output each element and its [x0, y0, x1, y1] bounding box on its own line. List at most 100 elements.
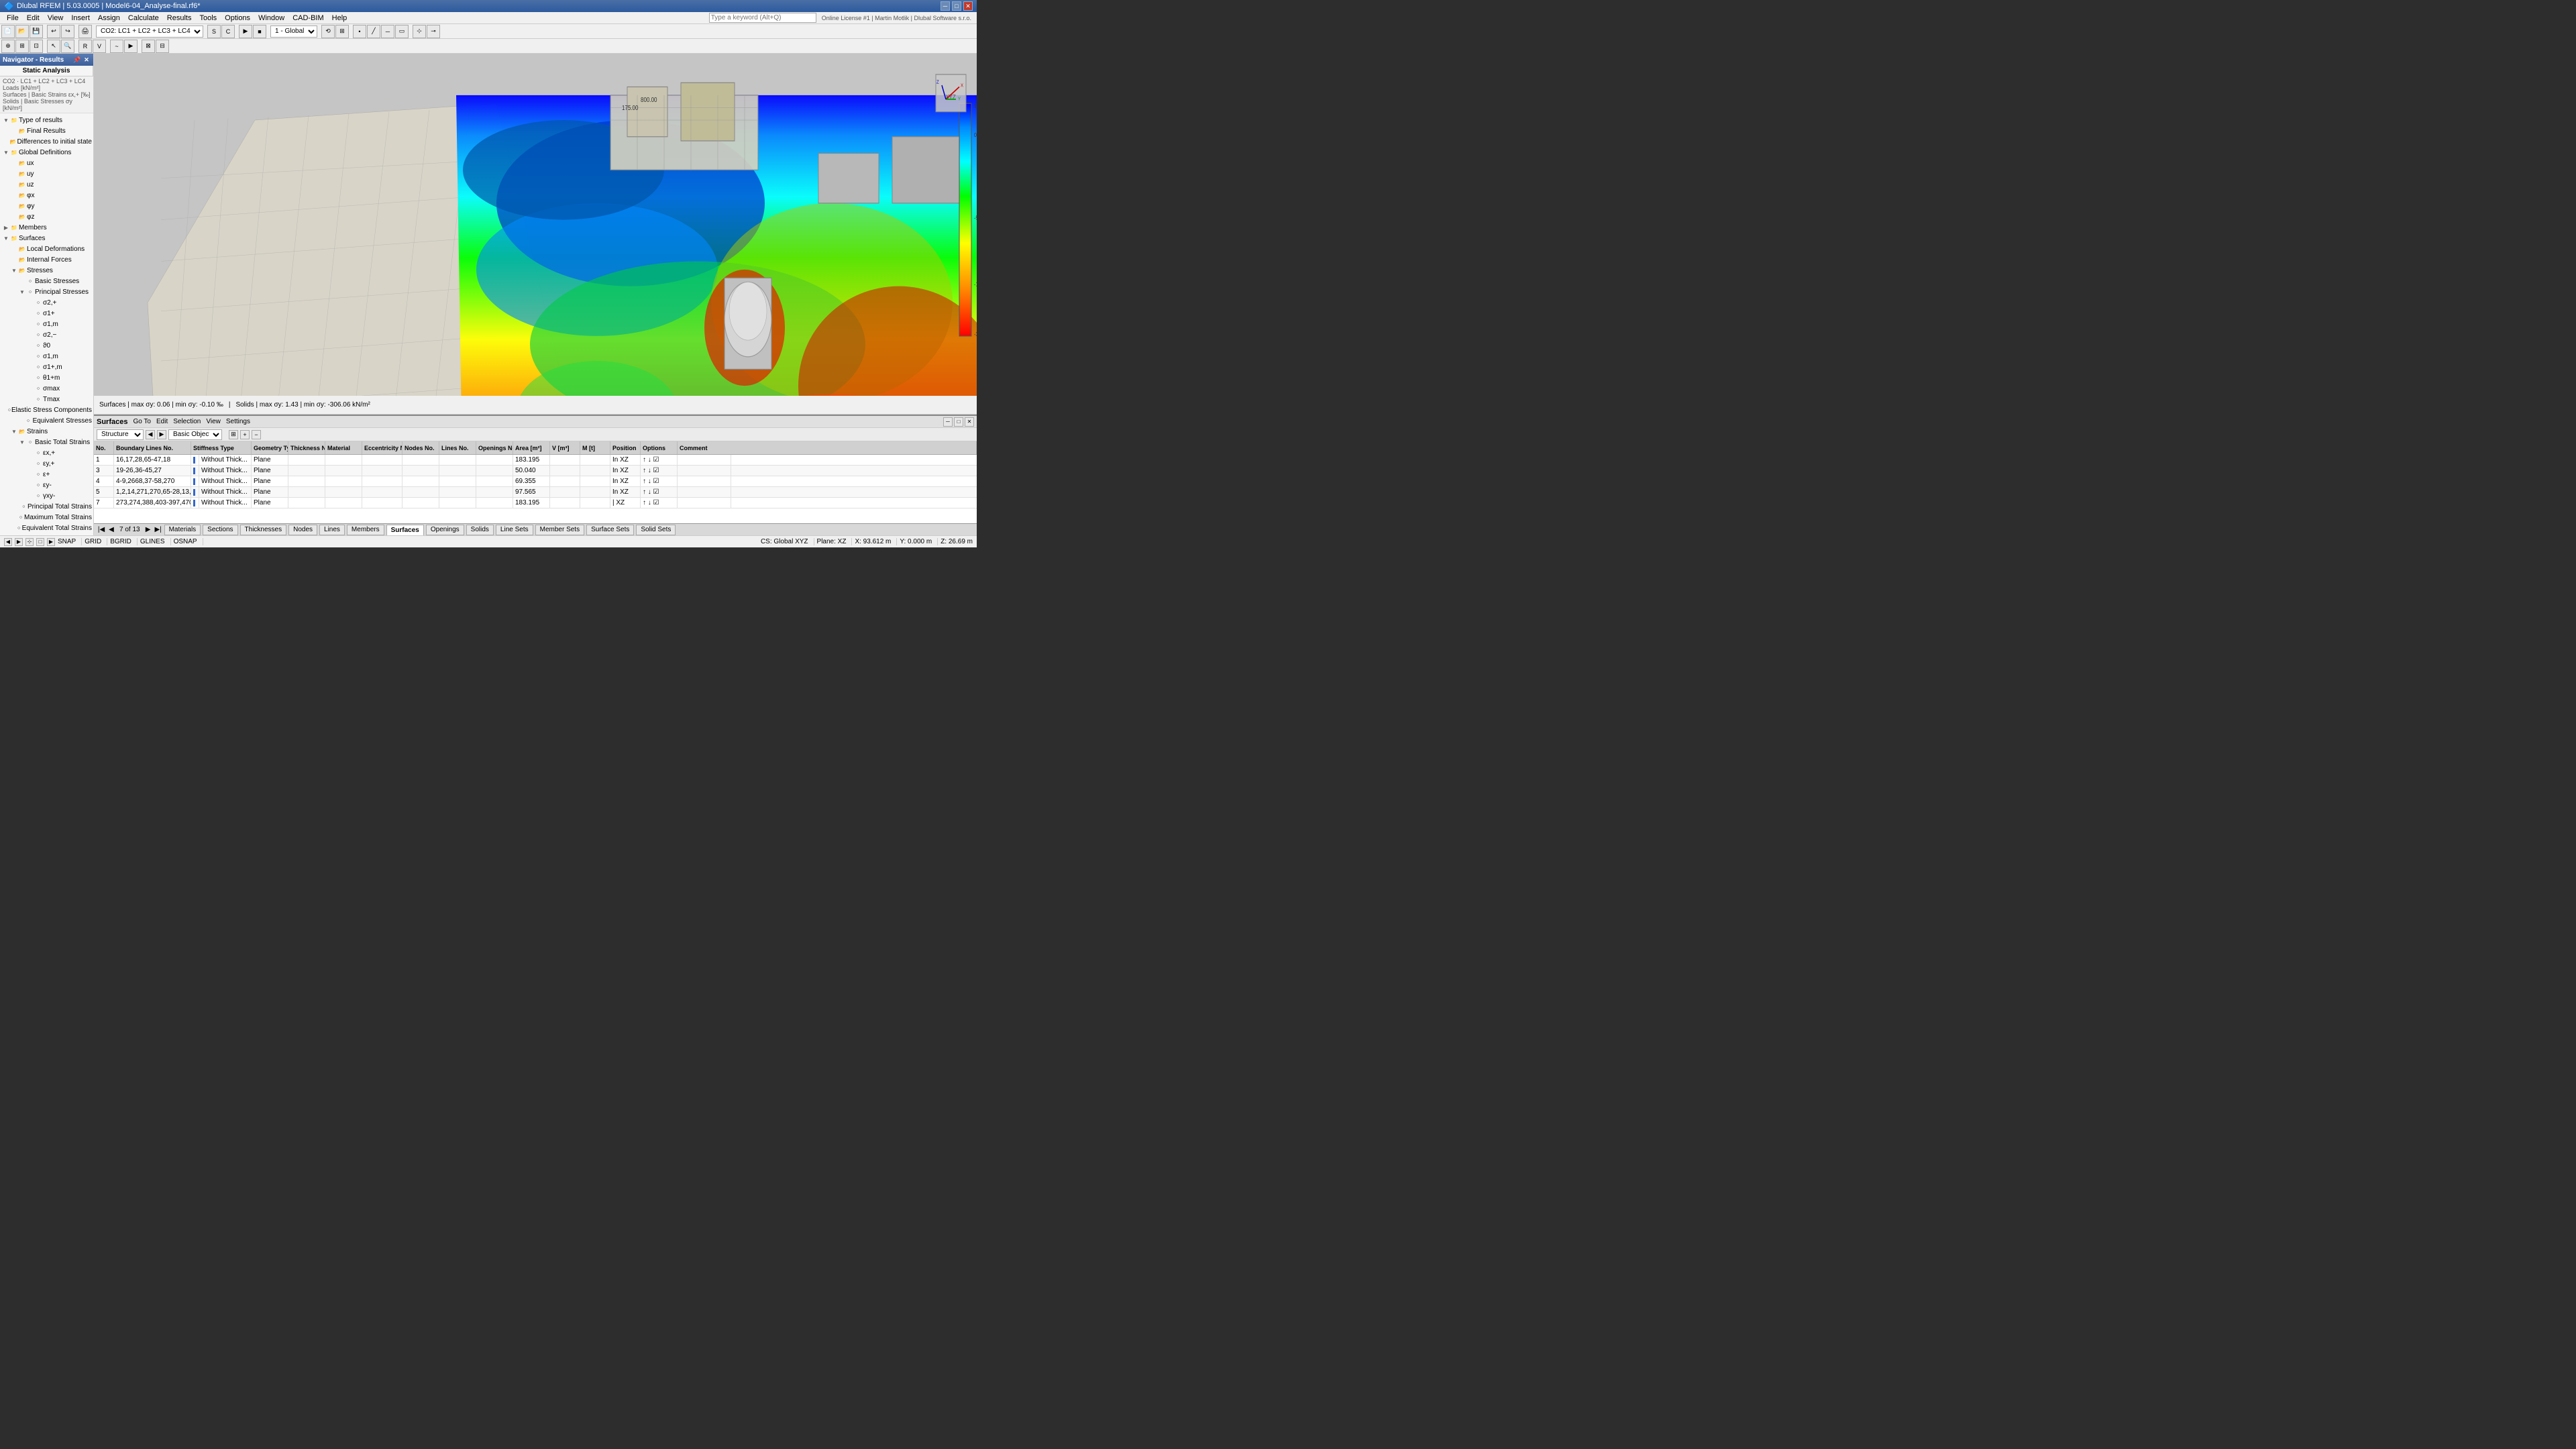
nav-close-icon[interactable]: ✕ [83, 56, 91, 64]
structure-selector[interactable]: Structure [97, 429, 144, 440]
bnav-tab-surface-sets[interactable]: Surface Sets [586, 525, 634, 535]
tb-select[interactable]: ↖ [47, 40, 60, 53]
tree-item-35[interactable]: ○γxy- [0, 490, 93, 501]
tree-item-7[interactable]: 📂φx [0, 190, 93, 201]
tree-item-27[interactable]: ○Elastic Stress Components [0, 405, 93, 415]
tb-new[interactable]: 📄 [1, 25, 15, 38]
view-menu[interactable]: View [206, 418, 221, 425]
tree-item-24[interactable]: ○θ1+m [0, 372, 93, 383]
bnav-tab-materials[interactable]: Materials [164, 525, 201, 535]
tree-item-33[interactable]: ○ε+ [0, 469, 93, 480]
bnav-tab-nodes[interactable]: Nodes [288, 525, 317, 535]
basic-objects-selector[interactable]: Basic Objects [168, 429, 222, 440]
tb-result2[interactable]: V [93, 40, 106, 53]
tree-item-28[interactable]: ○Equivalent Stresses [0, 415, 93, 426]
tb-snap-line[interactable]: ⊸ [427, 25, 440, 38]
edit-menu[interactable]: Edit [156, 418, 168, 425]
search-input-container[interactable] [709, 13, 816, 23]
sub-tb-next[interactable]: ▶ [157, 430, 166, 439]
tree-item-34[interactable]: ○εy- [0, 480, 93, 490]
tb-print[interactable]: 🖨 [78, 25, 92, 38]
tree-item-17[interactable]: ○σ2,+ [0, 297, 93, 308]
bnav-first[interactable]: |◀ [97, 525, 106, 535]
bnav-tab-openings[interactable]: Openings [426, 525, 464, 535]
tb-deform[interactable]: ~ [110, 40, 123, 53]
bnav-tab-members[interactable]: Members [347, 525, 384, 535]
tree-item-12[interactable]: 📂Local Deformations [0, 244, 93, 254]
table-row-2[interactable]: 44-9,2668,37-58,270Without Thick...Plane… [94, 476, 977, 487]
tree-item-23[interactable]: ○σ1+,m [0, 362, 93, 372]
bnav-tab-member-sets[interactable]: Member Sets [535, 525, 584, 535]
status-grid[interactable]: GRID [85, 538, 107, 545]
nav-tab-static-analysis[interactable]: Static Analysis [0, 66, 93, 76]
tree-item-2[interactable]: 📂Differences to initial state [0, 136, 93, 147]
menu-cad-bim[interactable]: CAD-BIM [288, 12, 327, 24]
menu-options[interactable]: Options [221, 12, 254, 24]
tree-item-26[interactable]: ○Tmax [0, 394, 93, 405]
tree-item-25[interactable]: ○σmax [0, 383, 93, 394]
tb-render2[interactable]: C [221, 25, 235, 38]
close-button[interactable]: ✕ [963, 1, 973, 11]
menu-insert[interactable]: Insert [67, 12, 94, 24]
status-osnap[interactable]: OSNAP [174, 538, 203, 545]
sub-tb-add[interactable]: + [240, 430, 250, 439]
sb-icon3[interactable]: ▶ [47, 538, 55, 546]
view-selector[interactable]: 1 - Global XYZ [270, 25, 317, 38]
goto-menu[interactable]: Go To [133, 418, 151, 425]
bnav-tab-solid-sets[interactable]: Solid Sets [636, 525, 676, 535]
tb-render1[interactable]: S [207, 25, 221, 38]
menu-file[interactable]: File [3, 12, 23, 24]
tb-undo[interactable]: ↩ [47, 25, 60, 38]
tb-extra1[interactable]: ⊠ [142, 40, 155, 53]
tree-item-19[interactable]: ○σ1,m [0, 319, 93, 329]
tree-item-22[interactable]: ○σ1,m [0, 351, 93, 362]
bnav-tab-thicknesses[interactable]: Thicknesses [240, 525, 287, 535]
tree-item-4[interactable]: 📂ux [0, 158, 93, 168]
tb-snap-node[interactable]: ⊹ [413, 25, 426, 38]
bnav-tab-solids[interactable]: Solids [466, 525, 494, 535]
title-bar-controls[interactable]: ─ □ ✕ [941, 1, 973, 11]
bnav-tab-lines[interactable]: Lines [319, 525, 345, 535]
tb-animate[interactable]: ▶ [124, 40, 138, 53]
tree-item-8[interactable]: 📂φy [0, 201, 93, 211]
menu-results[interactable]: Results [163, 12, 196, 24]
tree-item-16[interactable]: ▼○Principal Stresses [0, 286, 93, 297]
menu-calculate[interactable]: Calculate [124, 12, 163, 24]
nav-pin-icon[interactable]: 📌 [73, 56, 81, 64]
menu-tools[interactable]: Tools [195, 12, 221, 24]
selection-menu[interactable]: Selection [173, 418, 201, 425]
tree-item-6[interactable]: 📂uz [0, 179, 93, 190]
tree-item-32[interactable]: ○εy,+ [0, 458, 93, 469]
status-snap[interactable]: SNAP [58, 538, 82, 545]
settings-menu[interactable]: Settings [226, 418, 250, 425]
tb-view2[interactable]: ■ [253, 25, 266, 38]
tree-item-15[interactable]: ○Basic Stresses [0, 276, 93, 286]
table-row-3[interactable]: 51,2,14,271,270,65-28,13,66,69,262,66,5.… [94, 487, 977, 498]
tb-grid[interactable]: ⊞ [15, 40, 29, 53]
tree-item-30[interactable]: ▼○Basic Total Strains [0, 437, 93, 447]
tree-item-5[interactable]: 📂uy [0, 168, 93, 179]
menu-edit[interactable]: Edit [23, 12, 44, 24]
sub-tb-prev[interactable]: ◀ [146, 430, 155, 439]
tree-item-0[interactable]: ▼📁Type of results [0, 115, 93, 125]
menu-window[interactable]: Window [254, 12, 288, 24]
tree-item-36[interactable]: ○Principal Total Strains [0, 501, 93, 512]
tb-result1[interactable]: R [78, 40, 92, 53]
tb-line[interactable]: ╱ [367, 25, 380, 38]
surface-panel-close[interactable]: ✕ [965, 417, 974, 427]
tb-view1[interactable]: ▶ [239, 25, 252, 38]
tb-zoom-all[interactable]: ⊞ [335, 25, 349, 38]
table-row-1[interactable]: 319-26,36-45,27Without Thick...Plane50.0… [94, 466, 977, 476]
tb-surface[interactable]: ▭ [395, 25, 409, 38]
sb-icon1[interactable]: ⊹ [25, 538, 34, 546]
tb-save[interactable]: 💾 [30, 25, 43, 38]
tb-member[interactable]: ─ [381, 25, 394, 38]
tree-item-1[interactable]: 📂Final Results [0, 125, 93, 136]
tree-item-3[interactable]: ▼📁Global Definitions [0, 147, 93, 158]
table-row-4[interactable]: 7273,274,388,403-397,470-459,275Without … [94, 498, 977, 508]
bnav-last[interactable]: ▶| [154, 525, 163, 535]
table-row-0[interactable]: 116,17,28,65-47,18Without Thick...Plane1… [94, 455, 977, 466]
tree-item-20[interactable]: ○σ2,− [0, 329, 93, 340]
status-bgrid[interactable]: BGRID [110, 538, 138, 545]
tb-ortho[interactable]: ⊡ [30, 40, 43, 53]
